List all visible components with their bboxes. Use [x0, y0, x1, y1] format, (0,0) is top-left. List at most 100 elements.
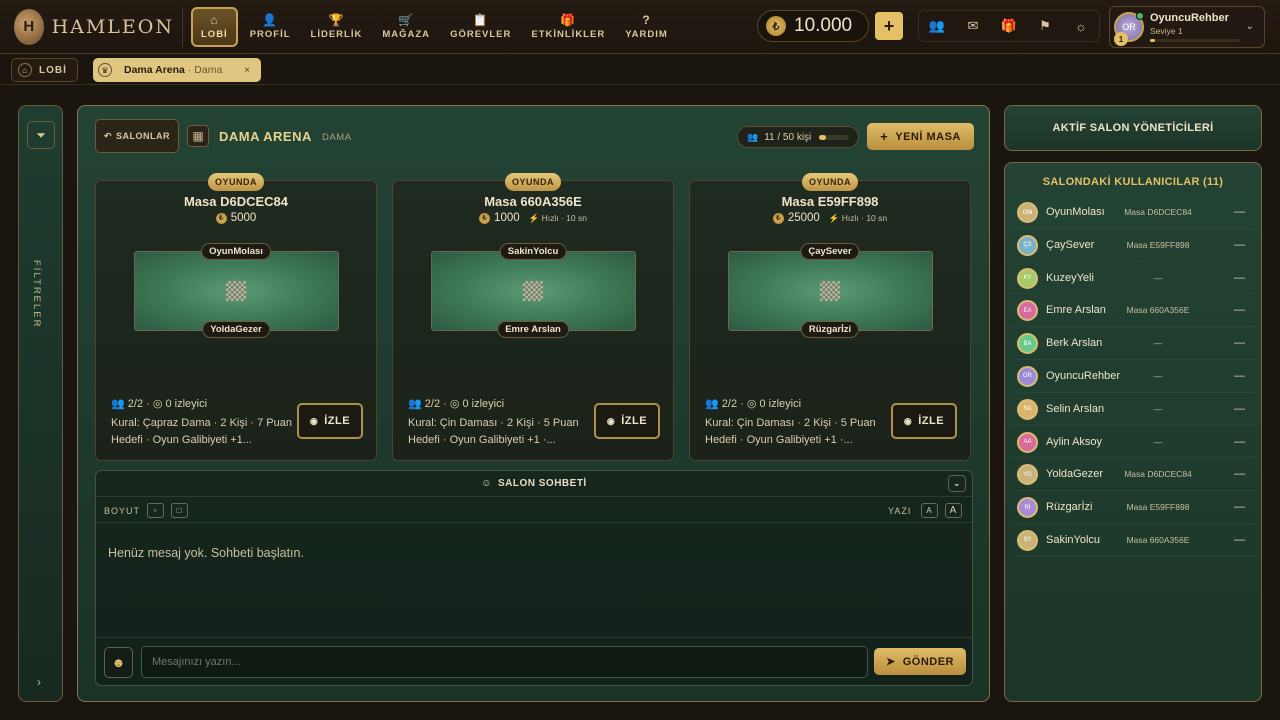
new-table-label: YENİ MASA	[895, 130, 961, 143]
user-row[interactable]: AA Aylin Aksoy — —	[1013, 426, 1255, 459]
table-rules: Kural: Çin Daması · 2 Kişi · 5 Puan Hede…	[705, 417, 876, 446]
active-admins-title: AKTİF SALON YÖNETİCİLERİ	[1052, 122, 1214, 134]
speed-text: Hızlı · 10 sn	[841, 212, 888, 223]
checkerboard-icon: ▦	[187, 125, 209, 147]
user-row[interactable]: OM OyunMolası Masa D6DCEC84 —	[1013, 196, 1255, 229]
flag-icon[interactable]: ⚑	[1034, 18, 1056, 34]
expand-sidebar-icon[interactable]: ›	[37, 675, 41, 689]
coin-balance-value: 10.000	[794, 15, 853, 36]
user-row[interactable]: BA Berk Arslan — —	[1013, 327, 1255, 360]
user-table: Masa D6DCEC84	[1124, 207, 1192, 217]
user-name: SakinYolcu	[1046, 533, 1101, 546]
settings-icon[interactable]: ☼	[1070, 19, 1092, 34]
user-row[interactable]: YG YoldaGezer Masa D6DCEC84 —	[1013, 458, 1255, 492]
user-row[interactable]: KY KuzeyYeli — —	[1013, 262, 1255, 295]
close-tab-icon[interactable]: ×	[244, 65, 250, 76]
people-icon: 👥	[705, 398, 722, 410]
user-table: Masa D6DCEC84	[1124, 469, 1192, 480]
size-small-button[interactable]: ▫	[147, 503, 164, 518]
checkerboard-icon	[820, 281, 840, 301]
room-chat: ☺ SALON SOHBETİ ⌄ BOYUT ▫ □ YAZI A A Hen…	[95, 470, 973, 686]
gift-icon[interactable]: 🎁	[998, 18, 1020, 34]
chevron-down-icon: ⌄	[1245, 21, 1254, 32]
tab-lobby[interactable]: ⌂ LOBİ	[11, 58, 78, 82]
xp-progress-bar	[1150, 39, 1240, 42]
table-rules: Kural: Çapraz Dama · 2 Kişi · 7 Puan Hed…	[111, 417, 292, 446]
nav-icon: ⌂	[210, 12, 219, 27]
back-to-rooms-button[interactable]: ↶ SALONLAR	[95, 119, 179, 153]
chevron-down-icon[interactable]: ⌄	[948, 475, 966, 492]
new-table-button[interactable]: + YENİ MASA	[867, 123, 974, 150]
back-arrow-icon: ↶	[103, 130, 113, 141]
user-table: Masa 660A356E	[1126, 305, 1190, 316]
size-large-button[interactable]: □	[171, 503, 188, 518]
people-icon: 👥	[111, 398, 128, 410]
table-stake: 25000	[787, 212, 820, 224]
user-row[interactable]: EA Emre Arslan Masa 660A356E —	[1013, 294, 1255, 328]
table-felt[interactable]	[431, 251, 636, 331]
mail-icon[interactable]: ✉	[962, 18, 984, 34]
speed-label: ⚡ Hızlı · 10 sn	[528, 212, 587, 223]
user-row[interactable]: SA Selin Arslan — —	[1013, 393, 1255, 426]
user-status: —	[1234, 468, 1245, 481]
nav-item-1[interactable]: 👤 PROFİL	[242, 7, 299, 47]
nav-item-4[interactable]: 📋 GÖREVLER	[442, 7, 519, 47]
user-table: Masa E59FF898	[1126, 502, 1190, 513]
filter-icon[interactable]: ⏷	[27, 121, 55, 149]
player-seat-top: ÇaySever	[800, 243, 860, 260]
people-icon: 👥	[747, 131, 759, 142]
arena-title: DAMA ARENA	[219, 129, 312, 144]
player-seat-bottom: Emre Arslan	[497, 321, 569, 338]
arena-game-type: DAMA	[322, 132, 352, 143]
user-level-text: Seviye 1	[1150, 26, 1183, 36]
size-label: BOYUT	[104, 506, 141, 516]
filters-sidebar: ⏷ FİLTRELER ›	[18, 105, 63, 702]
user-name: Selin Arslan	[1046, 402, 1105, 415]
avatar: OR 1	[1114, 12, 1144, 46]
text-larger-button[interactable]: A	[945, 503, 962, 518]
watch-button[interactable]: ◉ İZLE	[594, 403, 660, 439]
tab-dama-arena[interactable]: ♛ Dama Arena · Dama ×	[93, 58, 261, 82]
table-status-badge: OYUNDA	[505, 173, 561, 191]
nav-item-2[interactable]: 🏆 LİDERLİK	[303, 7, 371, 47]
watch-label: İZLE	[918, 415, 945, 427]
nav-label: PROFİL	[249, 28, 291, 40]
table-felt[interactable]	[134, 251, 339, 331]
profile-menu[interactable]: OR 1 OyuncuRehber Seviye 1 ⌄	[1109, 6, 1265, 48]
nav-item-3[interactable]: 🛒 MAĞAZA	[374, 7, 438, 47]
user-row[interactable]: OR OyuncuRehber — —	[1013, 360, 1255, 393]
table-stake: 5000	[230, 212, 257, 224]
brand-logo[interactable]: H HAMLEON	[14, 8, 174, 45]
user-row[interactable]: ÇS ÇaySever Masa E59FF898 —	[1013, 229, 1255, 262]
user-row[interactable]: SY SakinYolcu Masa 660A356E —	[1013, 524, 1255, 557]
emoji-button[interactable]: ☻	[104, 647, 133, 678]
nav-icon: 👤	[262, 12, 279, 27]
user-table: —	[1153, 403, 1163, 414]
table-stats-text: 2/2 · ◎ 0 izleyici	[127, 398, 208, 410]
table-status-badge: OYUNDA	[802, 173, 858, 191]
table-stats-text: 2/2 · ◎ 0 izleyici	[721, 398, 802, 410]
game-table-card: OYUNDA Masa D6DCEC84 ₺ 5000 OyunMolası Y…	[95, 173, 377, 461]
add-coins-button[interactable]: +	[875, 12, 903, 40]
arena-panel: ↶ SALONLAR ▦ DAMA ARENA DAMA 👥 11 / 50 k…	[77, 105, 990, 702]
nav-icon: ?	[642, 12, 651, 27]
username: OyuncuRehber	[1150, 12, 1229, 24]
nav-item-5[interactable]: 🎁 ETKİNLİKLER	[523, 7, 613, 47]
message-input[interactable]	[141, 646, 868, 678]
player-seat-bottom: Rüzgarİzi	[800, 321, 860, 338]
user-name: OyuncuRehber	[1046, 369, 1120, 382]
watch-button[interactable]: ◉ İZLE	[297, 403, 363, 439]
watch-button[interactable]: ◉ İZLE	[891, 403, 957, 439]
table-felt[interactable]	[728, 251, 933, 331]
text-smaller-button[interactable]: A	[921, 503, 938, 518]
nav-item-6[interactable]: ? YARDIM	[617, 7, 676, 47]
user-status: —	[1234, 337, 1245, 350]
user-row[interactable]: Rİ Rüzgarİzi Masa E59FF898 —	[1013, 491, 1255, 524]
nav-item-0[interactable]: ⌂ LOBİ	[191, 6, 238, 47]
chat-toolbar: BOYUT ▫ □ YAZI A A	[96, 498, 972, 523]
friends-icon[interactable]: 👥	[926, 18, 948, 34]
send-button[interactable]: ➤ GÖNDER	[874, 648, 966, 675]
people-icon: 👥	[408, 398, 425, 410]
filters-label: FİLTRELER	[31, 260, 42, 329]
user-status: —	[1234, 369, 1245, 382]
